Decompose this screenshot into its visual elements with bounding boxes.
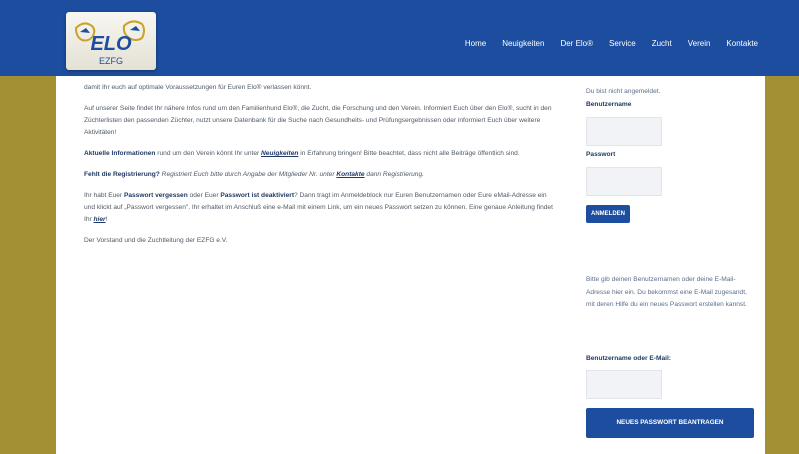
registration-paragraph: Fehlt die Registrierung? Registriert Euc… [84,171,424,178]
news-link[interactable]: Neuigkeiten [261,150,298,157]
password-input[interactable] [586,167,662,196]
site-header: ELO EZFG Home Neuigkeiten Der Elo® Servi… [0,0,799,76]
username-input[interactable] [586,117,662,146]
info-paragraph: Auf unserer Seite findet Ihr nähere Info… [84,105,552,136]
content-area: damit Ihr euch auf optimale Voraussetzun… [56,76,765,454]
news-paragraph: Aktuelle Informationen rund um den Verei… [84,150,520,157]
password-paragraph: Ihr habt Euer Passwort vergessen oder Eu… [84,192,553,223]
main-nav: Home Neuigkeiten Der Elo® Service Zucht … [465,39,758,49]
reset-password-button[interactable]: NEUES PASSWORT BEANTRAGEN [586,408,754,438]
nav-kontakte[interactable]: Kontakte [726,39,758,49]
login-status: Du bist nicht angemeldet. [586,88,661,95]
site-logo[interactable]: ELO EZFG [66,12,156,70]
nav-home[interactable]: Home [465,39,486,49]
nav-verein[interactable]: Verein [688,39,711,49]
svg-text:EZFG: EZFG [99,56,123,66]
nav-der-elo[interactable]: Der Elo® [560,39,593,49]
intro-paragraph: damit Ihr euch auf optimale Voraussetzun… [84,84,312,91]
username-label: Benutzername [586,101,632,108]
password-label: Passwort [586,151,616,158]
reset-label: Benutzername oder E-Mail: [586,355,672,362]
nav-neuigkeiten[interactable]: Neuigkeiten [502,39,544,49]
dog-logo-icon: ELO EZFG [74,20,145,66]
guide-link[interactable]: hier [94,216,106,223]
reset-info: Bitte gib deinen Benutzernamen oder dein… [586,276,747,308]
main-text: damit Ihr euch auf optimale Voraussetzun… [84,82,554,256]
reset-input[interactable] [586,370,662,399]
contacts-link[interactable]: Kontakte [336,171,364,178]
login-button[interactable]: ANMELDEN [586,205,630,223]
nav-service[interactable]: Service [609,39,636,49]
nav-zucht[interactable]: Zucht [652,39,672,49]
svg-text:ELO: ELO [90,33,132,55]
signature-paragraph: Der Vorstand und die Zuchtleitung der EZ… [84,237,228,244]
